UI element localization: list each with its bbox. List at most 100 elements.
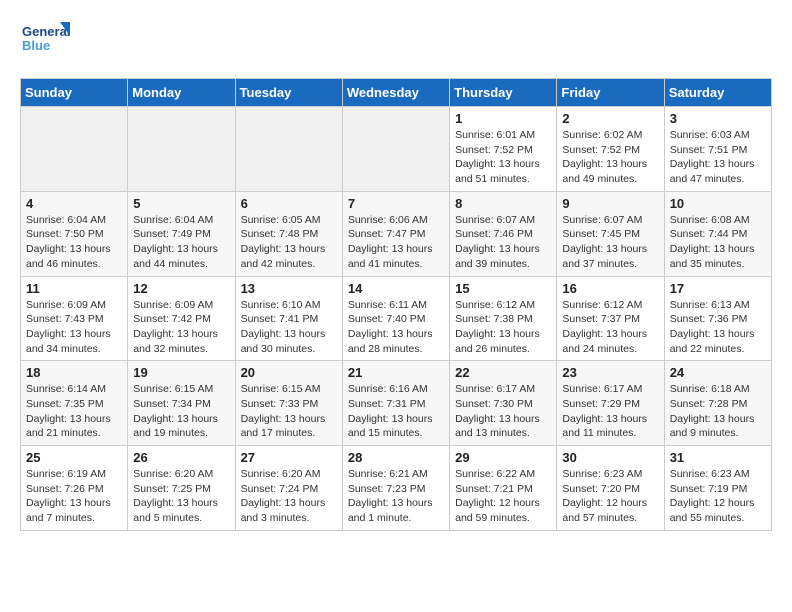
day-info: Sunrise: 6:04 AMSunset: 7:50 PMDaylight:… xyxy=(26,213,122,272)
day-number: 23 xyxy=(562,365,658,380)
day-number: 20 xyxy=(241,365,337,380)
day-info: Sunrise: 6:12 AMSunset: 7:38 PMDaylight:… xyxy=(455,298,551,357)
weekday-header-saturday: Saturday xyxy=(664,79,771,107)
day-number: 28 xyxy=(348,450,444,465)
logo-svg: General Blue xyxy=(20,20,70,62)
day-info: Sunrise: 6:08 AMSunset: 7:44 PMDaylight:… xyxy=(670,213,766,272)
day-info: Sunrise: 6:16 AMSunset: 7:31 PMDaylight:… xyxy=(348,382,444,441)
calendar-cell xyxy=(21,107,128,192)
day-info: Sunrise: 6:17 AMSunset: 7:29 PMDaylight:… xyxy=(562,382,658,441)
calendar-cell xyxy=(235,107,342,192)
calendar-cell: 23 Sunrise: 6:17 AMSunset: 7:29 PMDayligh… xyxy=(557,361,664,446)
day-info: Sunrise: 6:10 AMSunset: 7:41 PMDaylight:… xyxy=(241,298,337,357)
calendar-cell: 9 Sunrise: 6:07 AMSunset: 7:45 PMDaylight… xyxy=(557,191,664,276)
day-number: 1 xyxy=(455,111,551,126)
day-info: Sunrise: 6:04 AMSunset: 7:49 PMDaylight:… xyxy=(133,213,229,272)
day-info: Sunrise: 6:14 AMSunset: 7:35 PMDaylight:… xyxy=(26,382,122,441)
weekday-header-row: SundayMondayTuesdayWednesdayThursdayFrid… xyxy=(21,79,772,107)
day-number: 14 xyxy=(348,281,444,296)
day-number: 12 xyxy=(133,281,229,296)
calendar-cell: 28 Sunrise: 6:21 AMSunset: 7:23 PMDayligh… xyxy=(342,446,449,531)
day-number: 21 xyxy=(348,365,444,380)
day-info: Sunrise: 6:05 AMSunset: 7:48 PMDaylight:… xyxy=(241,213,337,272)
calendar-cell: 19Sunrise: 6:15 AMSunset: 7:34 PMDayligh… xyxy=(128,361,235,446)
day-number: 30 xyxy=(562,450,658,465)
day-number: 4 xyxy=(26,196,122,211)
day-info: Sunrise: 6:21 AMSunset: 7:23 PMDaylight:… xyxy=(348,467,444,526)
weekday-header-thursday: Thursday xyxy=(450,79,557,107)
day-info: Sunrise: 6:01 AMSunset: 7:52 PMDaylight:… xyxy=(455,128,551,187)
calendar-cell: 17 Sunrise: 6:13 AMSunset: 7:36 PMDayligh… xyxy=(664,276,771,361)
svg-text:Blue: Blue xyxy=(22,38,50,53)
calendar-cell xyxy=(128,107,235,192)
day-info: Sunrise: 6:06 AMSunset: 7:47 PMDaylight:… xyxy=(348,213,444,272)
day-number: 29 xyxy=(455,450,551,465)
week-row-3: 11 Sunrise: 6:09 AMSunset: 7:43 PMDayligh… xyxy=(21,276,772,361)
calendar-cell: 13 Sunrise: 6:10 AMSunset: 7:41 PMDayligh… xyxy=(235,276,342,361)
calendar-cell: 20 Sunrise: 6:15 AMSunset: 7:33 PMDayligh… xyxy=(235,361,342,446)
calendar-cell: 2 Sunrise: 6:02 AMSunset: 7:52 PMDaylight… xyxy=(557,107,664,192)
day-info: Sunrise: 6:13 AMSunset: 7:36 PMDaylight:… xyxy=(670,298,766,357)
weekday-header-friday: Friday xyxy=(557,79,664,107)
week-row-1: 1 Sunrise: 6:01 AMSunset: 7:52 PMDaylight… xyxy=(21,107,772,192)
day-number: 26 xyxy=(133,450,229,465)
calendar-cell: 30Sunrise: 6:23 AMSunset: 7:20 PMDayligh… xyxy=(557,446,664,531)
day-number: 31 xyxy=(670,450,766,465)
day-info: Sunrise: 6:02 AMSunset: 7:52 PMDaylight:… xyxy=(562,128,658,187)
day-number: 17 xyxy=(670,281,766,296)
day-number: 25 xyxy=(26,450,122,465)
weekday-header-wednesday: Wednesday xyxy=(342,79,449,107)
calendar-cell: 8 Sunrise: 6:07 AMSunset: 7:46 PMDaylight… xyxy=(450,191,557,276)
day-info: Sunrise: 6:22 AMSunset: 7:21 PMDaylight:… xyxy=(455,467,551,526)
calendar-cell: 31 Sunrise: 6:23 AMSunset: 7:19 PMDayligh… xyxy=(664,446,771,531)
day-info: Sunrise: 6:11 AMSunset: 7:40 PMDaylight:… xyxy=(348,298,444,357)
calendar-cell: 1 Sunrise: 6:01 AMSunset: 7:52 PMDaylight… xyxy=(450,107,557,192)
day-info: Sunrise: 6:07 AMSunset: 7:46 PMDaylight:… xyxy=(455,213,551,272)
day-info: Sunrise: 6:12 AMSunset: 7:37 PMDaylight:… xyxy=(562,298,658,357)
page-header: General Blue xyxy=(20,20,772,62)
day-number: 15 xyxy=(455,281,551,296)
day-number: 10 xyxy=(670,196,766,211)
day-number: 6 xyxy=(241,196,337,211)
calendar-cell xyxy=(342,107,449,192)
day-number: 3 xyxy=(670,111,766,126)
weekday-header-monday: Monday xyxy=(128,79,235,107)
calendar-cell: 27Sunrise: 6:20 AMSunset: 7:24 PMDayligh… xyxy=(235,446,342,531)
calendar-cell: 26 Sunrise: 6:20 AMSunset: 7:25 PMDayligh… xyxy=(128,446,235,531)
day-info: Sunrise: 6:20 AMSunset: 7:24 PMDaylight:… xyxy=(241,467,337,526)
calendar-cell: 22 Sunrise: 6:17 AMSunset: 7:30 PMDayligh… xyxy=(450,361,557,446)
calendar-cell: 25 Sunrise: 6:19 AMSunset: 7:26 PMDayligh… xyxy=(21,446,128,531)
week-row-2: 4 Sunrise: 6:04 AMSunset: 7:50 PMDaylight… xyxy=(21,191,772,276)
calendar-cell: 16Sunrise: 6:12 AMSunset: 7:37 PMDayligh… xyxy=(557,276,664,361)
day-number: 19 xyxy=(133,365,229,380)
calendar-cell: 3 Sunrise: 6:03 AMSunset: 7:51 PMDaylight… xyxy=(664,107,771,192)
day-number: 5 xyxy=(133,196,229,211)
day-info: Sunrise: 6:09 AMSunset: 7:42 PMDaylight:… xyxy=(133,298,229,357)
day-number: 13 xyxy=(241,281,337,296)
weekday-header-tuesday: Tuesday xyxy=(235,79,342,107)
calendar-cell: 5 Sunrise: 6:04 AMSunset: 7:49 PMDaylight… xyxy=(128,191,235,276)
day-info: Sunrise: 6:15 AMSunset: 7:33 PMDaylight:… xyxy=(241,382,337,441)
day-info: Sunrise: 6:09 AMSunset: 7:43 PMDaylight:… xyxy=(26,298,122,357)
day-info: Sunrise: 6:17 AMSunset: 7:30 PMDaylight:… xyxy=(455,382,551,441)
day-number: 18 xyxy=(26,365,122,380)
day-info: Sunrise: 6:23 AMSunset: 7:19 PMDaylight:… xyxy=(670,467,766,526)
calendar-cell: 14 Sunrise: 6:11 AMSunset: 7:40 PMDayligh… xyxy=(342,276,449,361)
day-number: 2 xyxy=(562,111,658,126)
logo: General Blue xyxy=(20,20,70,62)
day-info: Sunrise: 6:07 AMSunset: 7:45 PMDaylight:… xyxy=(562,213,658,272)
day-number: 11 xyxy=(26,281,122,296)
calendar-cell: 18 Sunrise: 6:14 AMSunset: 7:35 PMDayligh… xyxy=(21,361,128,446)
day-number: 9 xyxy=(562,196,658,211)
day-info: Sunrise: 6:20 AMSunset: 7:25 PMDaylight:… xyxy=(133,467,229,526)
svg-text:General: General xyxy=(22,24,70,39)
day-info: Sunrise: 6:18 AMSunset: 7:28 PMDaylight:… xyxy=(670,382,766,441)
day-info: Sunrise: 6:19 AMSunset: 7:26 PMDaylight:… xyxy=(26,467,122,526)
day-number: 22 xyxy=(455,365,551,380)
week-row-5: 25 Sunrise: 6:19 AMSunset: 7:26 PMDayligh… xyxy=(21,446,772,531)
calendar-cell: 29 Sunrise: 6:22 AMSunset: 7:21 PMDayligh… xyxy=(450,446,557,531)
day-info: Sunrise: 6:03 AMSunset: 7:51 PMDaylight:… xyxy=(670,128,766,187)
calendar-cell: 12 Sunrise: 6:09 AMSunset: 7:42 PMDayligh… xyxy=(128,276,235,361)
calendar-cell: 24Sunrise: 6:18 AMSunset: 7:28 PMDayligh… xyxy=(664,361,771,446)
day-number: 8 xyxy=(455,196,551,211)
